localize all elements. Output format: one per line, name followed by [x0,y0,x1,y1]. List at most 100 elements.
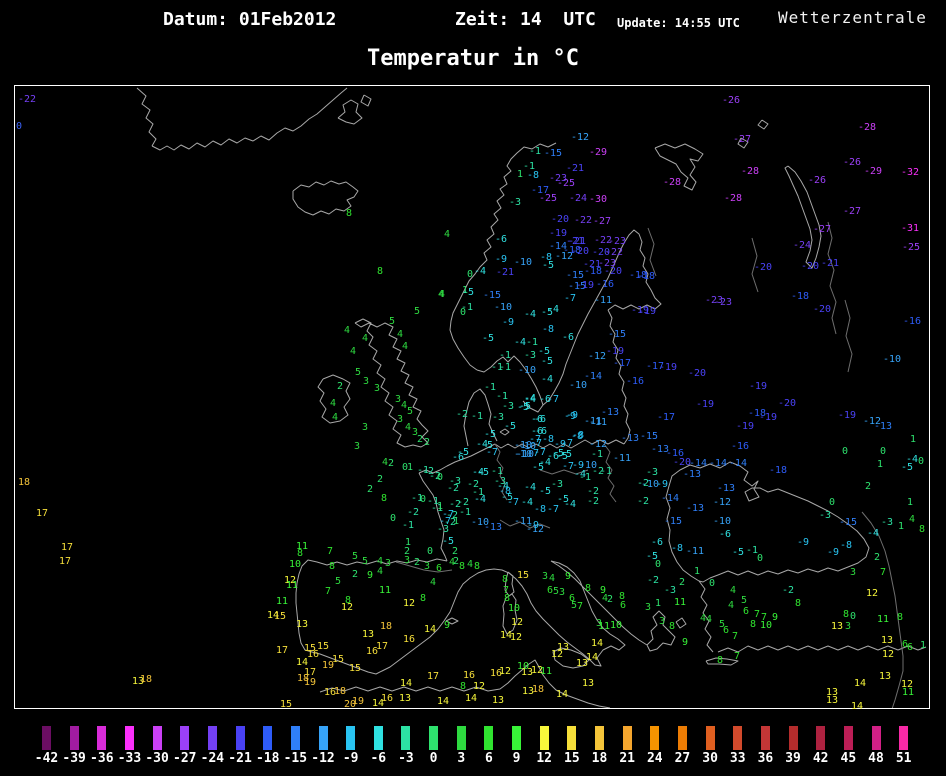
station-temp: -9 [655,479,669,490]
station-temp: -29 [588,147,608,158]
station-temp: -9 [796,537,810,548]
station-temp: 4 [448,557,456,568]
station-temp: 3 [558,587,566,598]
station-temp: 6 [722,625,730,636]
station-temp: 2 [678,577,686,588]
station-temp: -16 [902,316,922,327]
scale-swatch [816,726,826,750]
scale-swatch [373,726,383,750]
station-temp: -19 [735,421,755,432]
station-temp: -2 [406,507,420,518]
station-temp: 14 [853,678,867,689]
scale-swatch [512,726,522,750]
station-temp: -18 [583,266,603,277]
station-temp: 13 [361,629,375,640]
station-temp: 4 [908,514,916,525]
station-temp: 0 [708,578,716,589]
station-temp: -4 [540,374,554,385]
station-temp: -1 [458,507,472,518]
station-temp: 13 [575,658,589,669]
station-temp: 5 [354,367,362,378]
scale-swatch [318,726,328,750]
station-temp: -14 [660,493,680,504]
station-temp: 2 [873,552,881,563]
station-temp: -5 [731,547,745,558]
station-temp: 8 [376,266,384,277]
station-temp: -5 [516,402,530,413]
station-temp: 2 [416,434,424,445]
station-temp: 0 [419,494,427,505]
station-temp: 8 [458,561,466,572]
station-temp: 3 [403,555,411,566]
station-temp: 14 [371,698,385,709]
station-temp: -28 [740,166,760,177]
station-temp: 18 [17,477,31,488]
station-temp: 4 [548,573,556,584]
scale-swatch [650,726,660,750]
station-temp: 17 [58,556,72,567]
station-temp: -10 [712,516,732,527]
station-temp: -5 [503,421,517,432]
station-temp: -15 [482,290,502,301]
station-temp: 10 [609,620,623,631]
station-temp: -19 [548,228,568,239]
station-temp: 4 [443,229,451,240]
station-temp: 15 [273,611,287,622]
station-temp: -3 [818,510,832,521]
station-temp: -8 [526,170,540,181]
station-temp: 1 [693,566,701,577]
station-temp: 8 [459,681,467,692]
station-temp: -4 [513,337,527,348]
station-temp: 11 [378,585,392,596]
station-temp: -28 [857,122,877,133]
station-temp: -26 [807,175,827,186]
station-temp: 1 [452,516,460,527]
station-temp: 8 [584,583,592,594]
station-temp: 14 [423,624,437,635]
station-temp: -3 [508,197,522,208]
station-temp: 3 [644,602,652,613]
station-temp: -6 [561,332,575,343]
station-temp: -1 [528,146,542,157]
station-temp: 11 [901,687,915,698]
station-temp: -19 [575,280,595,291]
station-temp: -18 [768,465,788,476]
station-temp: -19 [695,399,715,410]
scale-swatch [429,726,439,750]
scale-label: 51 [895,751,912,766]
station-temp: 11 [597,621,611,632]
station-temp: 3 [396,414,404,425]
station-temp: -5 [538,486,552,497]
station-temp: -10 [513,257,533,268]
station-temp: -13 [620,433,640,444]
station-temp: 8 [918,524,926,535]
station-temp: -14 [728,458,748,469]
station-temp: -8 [533,504,547,515]
station-temp: 3 [423,561,431,572]
scale-swatch [290,726,300,750]
station-temp: 11 [539,666,553,677]
station-temp: -4 [523,482,537,493]
station-temp: -20 [570,246,590,257]
station-temp: -4 [523,309,537,320]
station-temp: 2 [336,381,344,392]
station-temp: 13 [295,619,309,630]
station-temp: -12 [712,497,732,508]
station-temp: 3 [353,441,361,452]
station-temp: -1 [498,350,512,361]
station-temp: -2 [636,478,650,489]
station-temp: 8 [794,598,802,609]
station-temp: 2 [423,437,431,448]
scale-swatch [788,726,798,750]
station-temp: 12 [510,617,524,628]
station-temp: -1 [525,337,539,348]
station-temp: -1 [578,472,592,483]
station-temp: 4 [466,559,474,570]
station-temp: 1 [654,598,662,609]
station-temp: 17 [426,671,440,682]
station-temp: -6 [718,529,732,540]
station-temperatures: -22 0 8 4 8 4 -12 -15 -1 -29 -1 -21 1 -8 -23 -25 -17 -25-… [0,0,946,776]
station-temp: 5 [740,595,748,606]
station-temp: 15 [516,570,530,581]
station-temp: 11 [275,596,289,607]
